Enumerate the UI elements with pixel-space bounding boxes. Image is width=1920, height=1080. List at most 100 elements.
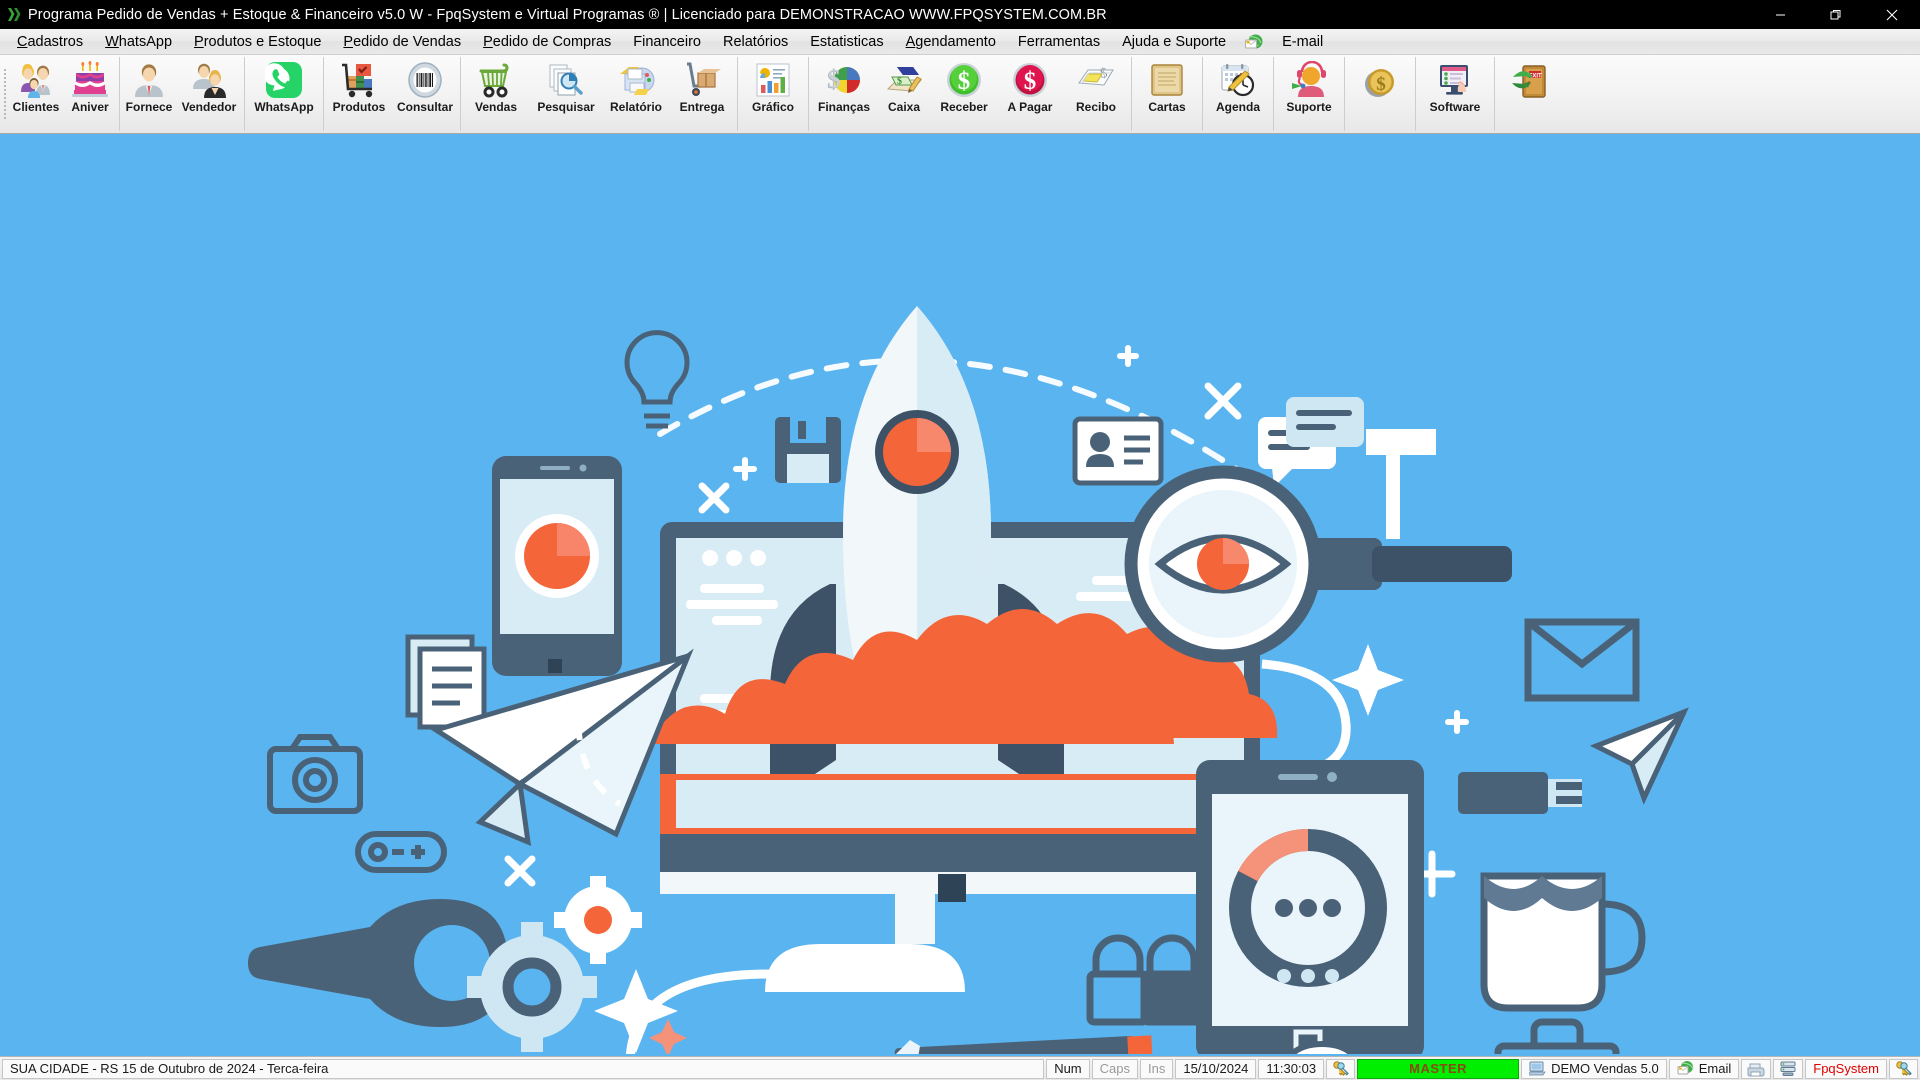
toolbar-group-fornece-vendedor: Fornece Vendedor: [122, 55, 242, 133]
svg-text:$: $: [1024, 68, 1037, 95]
main-workspace: 17 MON: [0, 134, 1920, 1056]
menu-item-pedido-de-compras[interactable]: Pedido de Compras: [472, 30, 622, 54]
toolbar-button-software[interactable]: Software: [1418, 55, 1492, 133]
toolbar-button-entrega[interactable]: Entrega: [669, 55, 735, 133]
menu-item-financeiro[interactable]: Financeiro: [622, 30, 712, 54]
close-button[interactable]: [1864, 0, 1920, 29]
toolbar-label-software: Software: [1429, 100, 1481, 114]
email-globe-icon: [1677, 1060, 1694, 1077]
svg-text:$: $: [828, 65, 841, 94]
toolbar-button-pesquisar[interactable]: Pesquisar: [529, 55, 603, 133]
toolbar-button-clientes[interactable]: Clientes: [9, 55, 63, 133]
monitor-icon: [1527, 1060, 1546, 1077]
toolbar-group-financeiro: $ $ Finanças $ Caixa $ Receber $ A Pagar…: [811, 55, 1129, 133]
toolbar-separator: [1202, 57, 1203, 131]
receber-green-dollar-icon: $: [947, 63, 981, 97]
menu-item-ferramentas[interactable]: Ferramentas: [1007, 30, 1111, 54]
toolbar-button-vendas[interactable]: Vendas: [463, 55, 529, 133]
toolbar-grip[interactable]: [0, 55, 9, 133]
toolbar-separator: [1273, 57, 1274, 131]
cartas-scroll-icon: [1151, 64, 1183, 96]
menu-item-ajuda-e-suporte[interactable]: Ajuda e Suporte: [1111, 30, 1237, 54]
server-icon[interactable]: [1773, 1058, 1804, 1079]
fornece-person-icon: [135, 64, 163, 97]
toolbar-label-cartas: Cartas: [1148, 100, 1186, 114]
toolbar-button-relatorio[interactable]: Relatório: [603, 55, 669, 133]
toolbar-button-suporte[interactable]: Suporte: [1276, 55, 1342, 133]
toolbar-label-relatorio: Relatório: [609, 100, 662, 114]
suporte-headset-icon: [1292, 61, 1326, 97]
menu-item-cadastros[interactable]: CCadastrosadastros: [6, 30, 94, 54]
menu-item-relatorios[interactable]: Relatórios: [712, 30, 799, 54]
menu-bar: CCadastrosadastros WhatsApp Produtos e E…: [0, 29, 1920, 55]
toolbar-button-grafico[interactable]: Gráfico: [740, 55, 806, 133]
toolbar-button-financas[interactable]: $ $ Finanças: [811, 55, 877, 133]
svg-text:$: $: [1099, 66, 1108, 82]
toolbar-group-vendas: Vendas Pesquisar Relatório Entrega: [463, 55, 735, 133]
toolbar-button-consultar[interactable]: Consultar: [392, 55, 458, 133]
entrega-dolly-icon: [687, 62, 721, 96]
printer-icon[interactable]: [1741, 1058, 1772, 1079]
toolbar-label-entrega: Entrega: [679, 100, 725, 114]
status-date: 15/10/2024: [1175, 1058, 1257, 1079]
minimize-button[interactable]: [1752, 0, 1808, 29]
maximize-button[interactable]: [1808, 0, 1864, 29]
toolbar-button-caixa[interactable]: $ Caixa: [877, 55, 931, 133]
email-globe-icon[interactable]: [1237, 33, 1271, 51]
status-num-indicator: Num: [1046, 1058, 1090, 1079]
toolbar-button-vendedor[interactable]: Vendedor: [176, 55, 242, 133]
toolbar-button-exit[interactable]: EXIT: [1497, 55, 1563, 133]
status-ins-indicator: Ins: [1140, 1058, 1174, 1079]
window-title: Programa Pedido de Vendas + Estoque & Fi…: [28, 6, 1107, 23]
menu-item-produtos-e-estoque[interactable]: Produtos e Estoque: [183, 30, 332, 54]
status-bar: SUA CIDADE - RS 15 de Outubro de 2024 - …: [0, 1056, 1920, 1080]
whatsapp-icon: [265, 62, 302, 98]
toolbar-button-aniver[interactable]: Aniver: [63, 55, 117, 133]
status-demo-version: DEMO Vendas 5.0: [1521, 1058, 1667, 1079]
toolbar-group-cartas: Cartas: [1134, 55, 1200, 133]
menu-item-pedido-de-vendas[interactable]: Pedido de Vendas: [332, 30, 472, 54]
toolbar-label-suporte: Suporte: [1286, 100, 1332, 114]
toolbar-button-apagar[interactable]: $ A Pagar: [997, 55, 1063, 133]
toolbar-separator: [737, 57, 738, 131]
keys-icon-2[interactable]: [1889, 1058, 1918, 1079]
menu-item-whatsapp[interactable]: WhatsApp: [94, 30, 183, 54]
status-master-badge: MASTER: [1357, 1058, 1520, 1079]
toolbar-button-whatsapp[interactable]: WhatsApp: [247, 55, 321, 133]
toolbar-separator: [119, 57, 120, 131]
toolbar-label-fornece: Fornece: [125, 100, 173, 114]
aniver-cake-icon: [72, 61, 108, 97]
toolbar-button-agenda[interactable]: Agenda: [1205, 55, 1271, 133]
vendas-shopping-cart-icon: [479, 63, 509, 98]
grafico-chart-icon: [756, 63, 790, 97]
toolbar-button-produtos[interactable]: Produtos: [326, 55, 392, 133]
software-monitor-icon: [1440, 65, 1468, 95]
menu-item-estatisticas[interactable]: Estatisticas: [799, 30, 894, 54]
keys-icon: [1326, 1058, 1356, 1079]
toolbar-label-aniver: Aniver: [71, 100, 109, 114]
toolbar-group-cadastros: Clientes Aniver: [9, 55, 117, 133]
menu-item-agendamento[interactable]: Agendamento: [895, 30, 1007, 54]
toolbar-button-coin[interactable]: $: [1347, 55, 1413, 133]
toolbar-button-fornece[interactable]: Fornece: [122, 55, 176, 133]
toolbar-separator: [1494, 57, 1495, 131]
toolbar-separator: [1131, 57, 1132, 131]
toolbar-label-financas: Finanças: [817, 100, 871, 114]
recibo-receipt-icon: $: [1078, 66, 1114, 86]
window-controls: [1752, 0, 1920, 29]
pesquisar-magnifier-icon: [549, 64, 583, 96]
toolbar-group-coin: $: [1347, 55, 1413, 133]
toolbar: Clientes Aniver Fornece Vendedor WhatsAp…: [0, 55, 1920, 134]
toolbar-button-recibo[interactable]: $ Recibo: [1063, 55, 1129, 133]
toolbar-label-caixa: Caixa: [887, 100, 921, 114]
toolbar-label-produtos: Produtos: [332, 100, 386, 114]
svg-text:$: $: [1376, 74, 1386, 95]
toolbar-label-apagar: A Pagar: [1007, 100, 1053, 114]
vendedor-people-icon: [193, 63, 226, 98]
menu-item-email[interactable]: E-mail: [1271, 30, 1334, 54]
status-time: 11:30:03: [1258, 1058, 1325, 1079]
status-email[interactable]: Email: [1668, 1058, 1740, 1079]
status-email-label: Email: [1698, 1061, 1732, 1076]
toolbar-button-cartas[interactable]: Cartas: [1134, 55, 1200, 133]
toolbar-button-receber[interactable]: $ Receber: [931, 55, 997, 133]
